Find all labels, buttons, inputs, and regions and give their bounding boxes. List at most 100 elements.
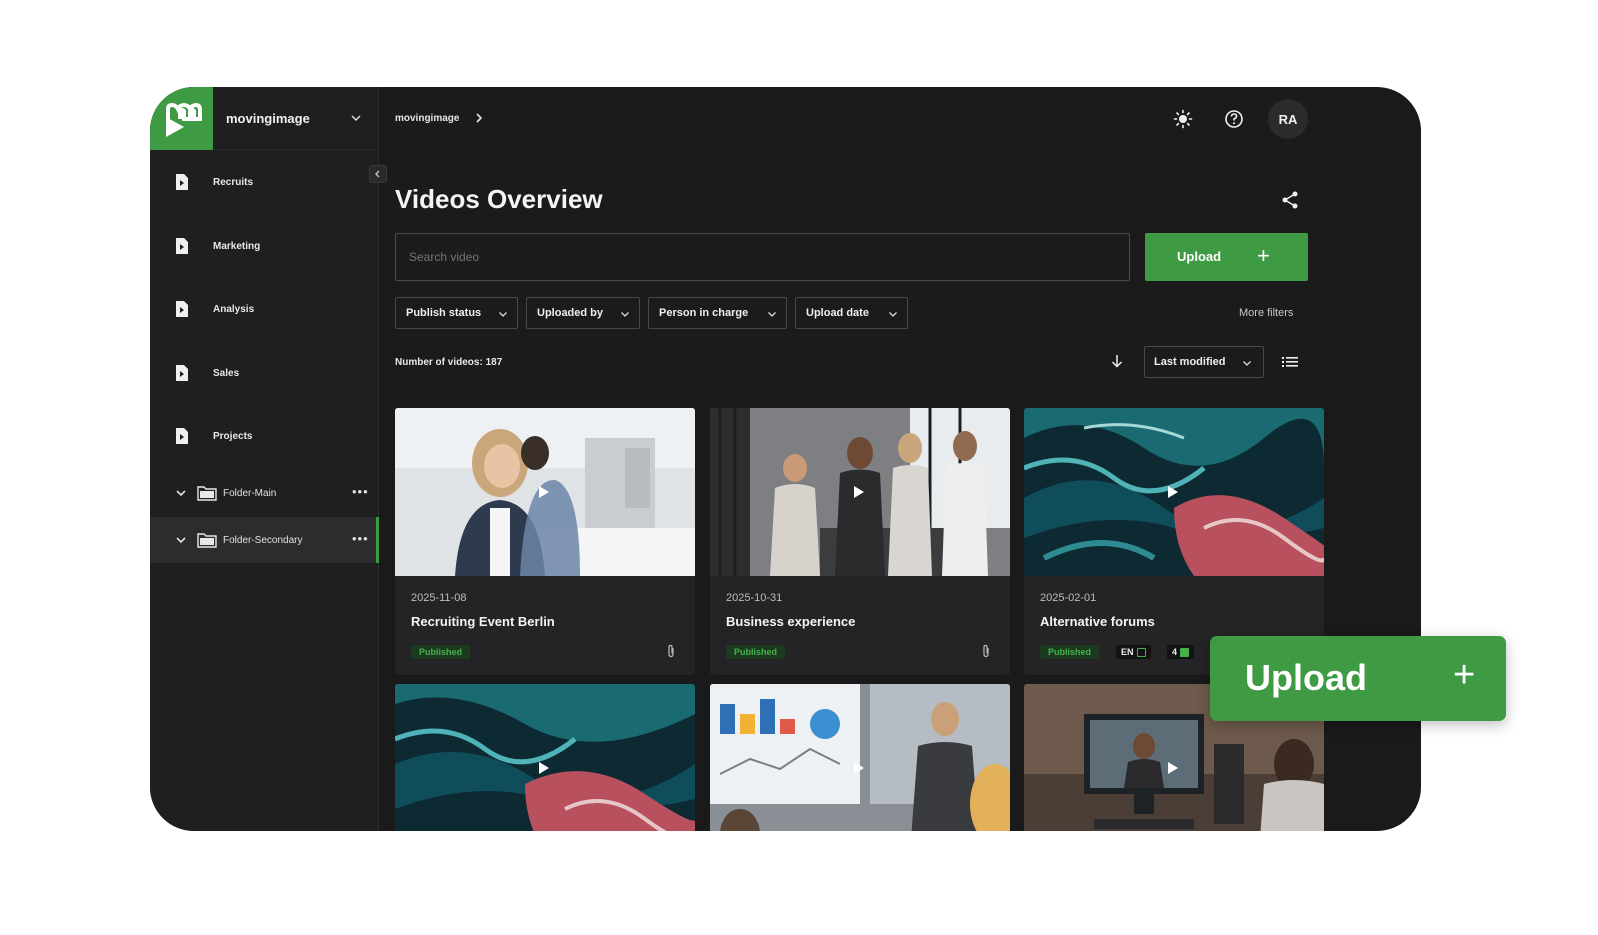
more-filters-link[interactable]: More filters [1239,307,1293,319]
document-icon [176,428,188,444]
folder-item-secondary[interactable]: Folder-Secondary ••• [150,517,379,563]
folder-label: Folder-Main [223,488,277,499]
upload-callout-label: Upload [1245,657,1367,698]
play-icon [539,762,549,774]
more-options-icon[interactable]: ••• [352,531,369,546]
language-code: EN [1121,647,1134,657]
plus-icon: + [1453,654,1476,696]
videos-overview-header: Videos Overview Upload + Publish status … [380,150,1325,395]
status-badge: Published [726,645,786,659]
chevron-down-icon [351,115,361,122]
video-count: Number of videos: 187 [395,357,503,368]
play-icon [1168,762,1178,774]
subtitle-icon [1136,647,1146,657]
upload-button-label: Upload [1177,249,1222,264]
video-thumbnail[interactable] [710,684,1010,831]
play-icon [854,762,864,774]
sidebar-item-sales[interactable]: Sales [150,354,379,394]
language-tag: EN [1116,645,1151,659]
filter-label: Publish status [406,307,482,319]
workspace-name: movingimage [226,111,310,126]
sidebar-item-label: Marketing [213,241,261,252]
status-badge: Published [411,645,471,659]
sort-select[interactable]: Last modified [1144,346,1264,378]
chevron-down-icon [1243,361,1251,366]
video-thumbnail[interactable] [395,684,695,831]
video-card[interactable]: 2025-02-01 Alternative forums Published … [1024,408,1324,675]
presentation-photo [710,684,1010,831]
filter-label: Upload date [806,307,869,319]
document-icon [176,174,188,190]
upload-button[interactable]: Upload + [1145,233,1308,281]
brand-logo [150,87,213,150]
filter-label: Person in charge [659,307,749,319]
filter-label: Uploaded by [537,307,604,319]
sidebar-item-analysis[interactable]: Analysis [150,290,379,330]
sidebar-item-marketing[interactable]: Marketing [150,227,379,267]
chevron-right-icon [476,113,483,123]
document-icon [176,301,188,317]
search-input[interactable] [395,233,1130,281]
sidebar: movingimage Recruits Marketing Analysis … [150,87,379,831]
sidebar-item-label: Recruits [213,177,254,188]
logo-icon [165,102,202,137]
paperclip-icon [983,644,989,658]
folder-label: Folder-Secondary [223,535,303,546]
filter-uploaded-by[interactable]: Uploaded by [526,297,640,329]
filter-person-in-charge[interactable]: Person in charge [648,297,787,329]
status-badge: Published [1040,645,1100,659]
video-card[interactable]: 2025-10-31 Business experience Published [710,408,1010,675]
caption-icon [1180,647,1190,657]
chevron-down-icon [889,312,897,317]
user-avatar[interactable]: RA [1268,99,1308,139]
play-icon [854,486,864,498]
video-grid: 2025-11-08 Recruiting Event Berlin Publi… [380,395,1325,831]
video-title[interactable]: Alternative forums [1040,614,1155,629]
upload-callout-button[interactable]: Upload + [1210,636,1506,721]
chevron-down-icon [499,312,507,317]
video-thumbnail[interactable] [710,408,1010,576]
subtitle-count-tag: 4 [1167,645,1195,659]
filter-upload-date[interactable]: Upload date [795,297,908,329]
video-title[interactable]: Business experience [726,614,855,629]
play-icon [1168,486,1178,498]
sidebar-item-label: Sales [213,368,240,379]
folder-item-main[interactable]: Folder-Main ••• [150,470,379,516]
help-icon[interactable] [1224,109,1244,129]
chevron-down-icon[interactable] [175,487,187,499]
chevron-left-icon [375,170,380,178]
page-title: Videos Overview [395,184,603,214]
more-options-icon[interactable]: ••• [352,484,369,499]
video-date: 2025-02-01 [1040,592,1097,604]
document-icon [176,365,188,381]
breadcrumb[interactable]: movingimage [395,113,459,124]
sidebar-item-projects[interactable]: Projects [150,417,379,457]
sun-icon[interactable] [1173,109,1193,129]
sidebar-item-recruits[interactable]: Recruits [150,163,379,203]
subtitle-count: 4 [1172,647,1178,657]
video-date: 2025-11-08 [411,592,467,604]
video-thumbnail[interactable] [1024,408,1324,576]
topbar: movingimage RA [380,87,1325,150]
collapse-sidebar-button[interactable] [369,165,387,183]
video-thumbnail[interactable] [395,408,695,576]
chevron-down-icon [621,312,629,317]
sidebar-item-label: Projects [213,431,253,442]
workspace-switcher[interactable]: movingimage [150,87,379,150]
folder-icon [197,486,217,501]
list-view-icon[interactable] [1282,355,1298,369]
chevron-down-icon [768,312,776,317]
video-card[interactable]: 2025-11-08 Recruiting Event Berlin Publi… [395,408,695,675]
video-date: 2025-10-31 [726,592,783,604]
sort-select-value: Last modified [1154,356,1226,368]
chevron-down-icon[interactable] [175,534,187,546]
play-icon [539,486,549,498]
filter-publish-status[interactable]: Publish status [395,297,518,329]
arrow-down-icon[interactable] [1109,353,1125,369]
sidebar-item-label: Analysis [213,304,255,315]
video-title[interactable]: Recruiting Event Berlin [411,614,555,629]
share-icon[interactable] [1280,190,1300,210]
video-card[interactable] [710,684,1010,831]
folder-icon [197,533,217,548]
video-card[interactable] [395,684,695,831]
